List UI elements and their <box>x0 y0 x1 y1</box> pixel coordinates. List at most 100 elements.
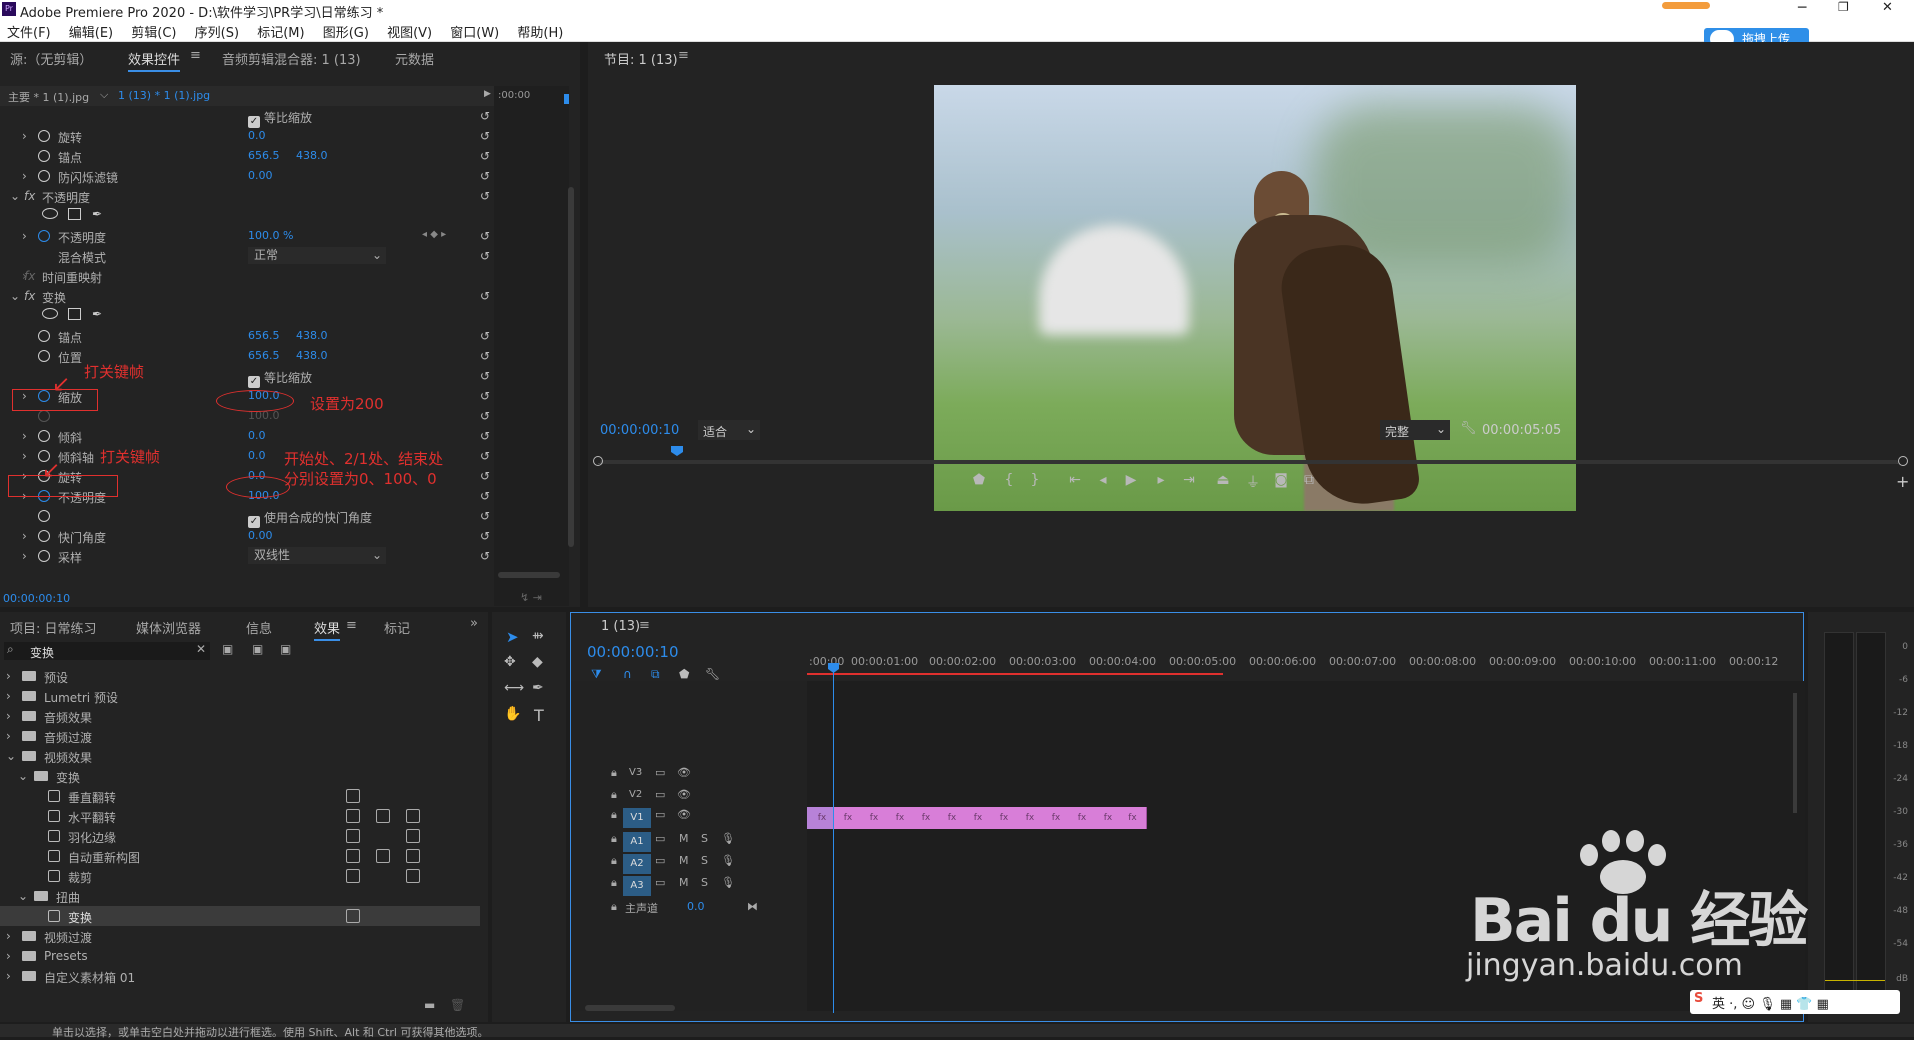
tree-audio-effects[interactable]: › 音频效果 <box>0 706 480 726</box>
wrench-icon[interactable]: 🔧︎ <box>705 667 720 681</box>
scrub-start-handle[interactable] <box>593 456 603 466</box>
sync-icon[interactable]: ▭ <box>655 788 665 801</box>
linked-selection-icon[interactable]: ⧉ <box>651 667 660 682</box>
t-position-x[interactable]: 656.5 <box>248 349 280 362</box>
pen-mask-icon[interactable]: ✒ <box>92 207 102 221</box>
reset-icon[interactable]: ↺ <box>480 389 494 403</box>
master-track-value[interactable]: 0.0 <box>687 900 705 913</box>
add-button-icon[interactable]: + <box>1896 472 1909 491</box>
rotation-value[interactable]: 0.0 <box>248 129 266 142</box>
tab-menu-icon[interactable]: ≡ <box>639 618 650 633</box>
timeline-timecode[interactable]: 00:00:00:10 <box>587 643 679 661</box>
sync-icon[interactable]: ▭ <box>655 766 665 779</box>
tree-horizontal-flip[interactable]: 水平翻转 <box>0 806 480 826</box>
eye-icon[interactable]: 👁︎ <box>677 788 691 801</box>
ime-logo-icon[interactable]: S <box>1694 991 1703 1006</box>
work-area-bar[interactable] <box>807 673 1223 675</box>
clear-search-icon[interactable]: ✕ <box>196 642 206 656</box>
expand-icon[interactable]: › <box>22 129 27 143</box>
sync-icon[interactable]: ▭ <box>655 854 665 867</box>
ec-export-icon[interactable]: ↯ ⇥ <box>520 591 542 604</box>
reset-icon[interactable]: ↺ <box>480 169 494 183</box>
menu-file[interactable]: 文件(F) <box>0 20 58 43</box>
mark-in-icon[interactable]: { <box>998 472 1020 488</box>
add-marker-icon[interactable]: ⬟ <box>968 472 990 488</box>
solo-button[interactable]: S <box>701 832 708 845</box>
reset-icon[interactable]: ↺ <box>480 329 494 343</box>
wrench-icon[interactable]: 🔧︎ <box>1460 421 1477 436</box>
menu-graphics[interactable]: 图形(G) <box>316 20 376 43</box>
reset-icon[interactable]: ↺ <box>480 369 494 383</box>
reset-icon[interactable]: ↺ <box>480 189 494 203</box>
ec-hscroll[interactable] <box>498 572 560 578</box>
tab-menu-icon[interactable]: ≡ <box>190 48 201 63</box>
tree-feather-edges[interactable]: 羽化边缘 <box>0 826 480 846</box>
tab-menu-icon[interactable]: ≡ <box>346 618 357 633</box>
minimize-icon[interactable]: ─ <box>1798 0 1806 16</box>
t-anchor-y[interactable]: 438.0 <box>296 329 328 342</box>
program-timecode[interactable]: 00:00:00:10 <box>600 423 679 438</box>
tree-auto-reframe[interactable]: 自动重新构图 <box>0 846 480 866</box>
reset-icon[interactable]: ↺ <box>480 529 494 543</box>
snap-icon[interactable]: ∩ <box>623 667 632 681</box>
rect-mask-icon[interactable] <box>68 308 81 320</box>
t-anchor-x[interactable]: 656.5 <box>248 329 280 342</box>
expand-icon[interactable]: › <box>22 549 27 563</box>
mic-icon[interactable]: 🎙︎ <box>721 876 735 889</box>
master-clip-label[interactable]: 主要 * 1 (1).jpg <box>8 89 89 105</box>
reset-icon[interactable]: ↺ <box>480 509 494 523</box>
step-back-icon[interactable]: ◂ <box>1092 472 1114 488</box>
ripple-edit-tool-icon[interactable]: ✥ <box>504 654 516 670</box>
pen-tool-icon[interactable]: ✒ <box>532 680 544 696</box>
sequence-tab[interactable]: 1 (13) <box>601 619 640 634</box>
reset-icon[interactable]: ↺ <box>480 229 494 243</box>
tab-audio-mixer[interactable]: 音频剪辑混合器: 1 (13) <box>222 49 361 68</box>
opacity-value[interactable]: 100.0 % <box>248 229 293 242</box>
fx-icon[interactable]: fx <box>24 289 35 303</box>
go-to-end-icon[interactable]: ⧓ <box>747 900 758 913</box>
reset-icon[interactable]: ↺ <box>480 469 494 483</box>
32bit-effects-icon[interactable]: ▣ <box>252 642 263 656</box>
menu-edit[interactable]: 编辑(E) <box>62 20 120 43</box>
sync-icon[interactable]: ▭ <box>655 876 665 889</box>
razor-tool-icon[interactable]: ◆ <box>532 654 543 670</box>
stopwatch-icon[interactable] <box>38 550 50 562</box>
slip-tool-icon[interactable]: ⟷ <box>504 680 524 696</box>
sync-icon[interactable]: ▭ <box>655 832 665 845</box>
expand-icon[interactable]: › <box>22 449 27 463</box>
tab-info[interactable]: 信息 <box>246 618 272 637</box>
compare-icon[interactable]: ⧉ <box>1298 472 1320 488</box>
tab-metadata[interactable]: 元数据 <box>395 49 434 68</box>
menu-clip[interactable]: 剪辑(C) <box>124 20 183 43</box>
mute-button[interactable]: M <box>679 854 689 867</box>
ime-mode[interactable]: 英 ·, ☺ 🎙︎ ▦ 👕 ▦ <box>1712 993 1829 1012</box>
stopwatch-icon[interactable] <box>38 510 50 522</box>
stopwatch-icon[interactable] <box>38 350 50 362</box>
tab-effect-controls[interactable]: 效果控件 <box>128 49 181 72</box>
sampling-select[interactable]: 双线性 ⌄ <box>248 547 386 564</box>
tree-custom-bin[interactable]: › 自定义素材箱 01 <box>0 966 480 986</box>
t-position-y[interactable]: 438.0 <box>296 349 328 362</box>
camera-icon[interactable]: ◙ <box>1270 472 1292 488</box>
go-to-in-icon[interactable]: ⇤ <box>1064 472 1086 488</box>
play-icon[interactable]: ▶ <box>1120 472 1142 488</box>
fit-select[interactable]: 适合 ⌄ <box>698 420 760 440</box>
stopwatch-icon[interactable] <box>38 330 50 342</box>
tree-transform-folder[interactable]: ⌄ 变换 <box>0 766 480 786</box>
solo-button[interactable]: S <box>701 854 708 867</box>
lock-icon[interactable]: 🔒︎ <box>611 832 617 846</box>
stopwatch-icon[interactable] <box>38 230 50 242</box>
reset-icon[interactable]: ↺ <box>480 249 494 263</box>
nest-icon[interactable]: ⧩ <box>591 667 602 682</box>
reset-icon[interactable]: ↺ <box>480 549 494 563</box>
accelerated-effects-icon[interactable]: ▣ <box>222 642 233 656</box>
tree-lumetri[interactable]: › Lumetri 预设 <box>0 686 480 706</box>
expand-icon[interactable]: › <box>22 229 27 243</box>
panel-overflow-icon[interactable]: » <box>470 616 478 631</box>
go-to-out-icon[interactable]: ⇥ <box>1178 472 1200 488</box>
selection-tool-icon[interactable]: ➤ <box>506 628 519 646</box>
flicker-value[interactable]: 0.00 <box>248 169 273 182</box>
tree-distort-folder[interactable]: ⌄ 扭曲 <box>0 886 480 906</box>
program-title[interactable]: 节目: 1 (13) <box>604 49 678 68</box>
add-marker-icon[interactable]: ⬟ <box>679 667 689 681</box>
